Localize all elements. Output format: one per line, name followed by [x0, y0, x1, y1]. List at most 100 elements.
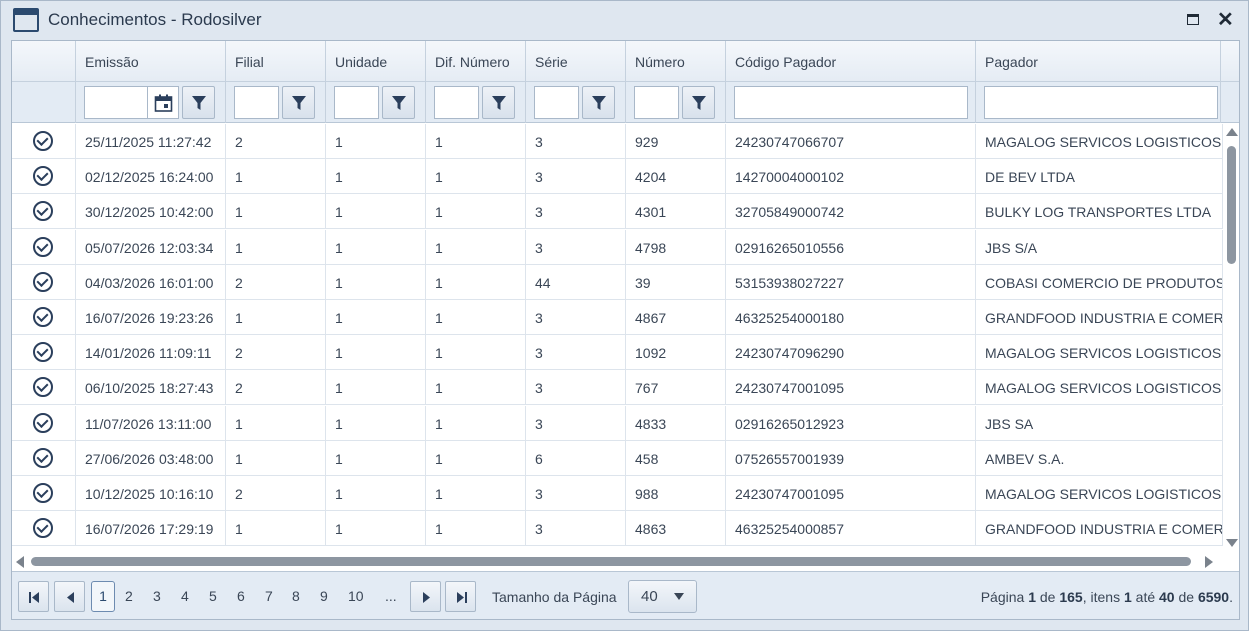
- table-row[interactable]: 25/11/2025 11:27:42 2 1 1 3 929 24230747066707…: [12, 124, 1223, 159]
- table-row[interactable]: 27/06/2026 03:48:00 1 1 1 6 458 07526557001939…: [12, 440, 1223, 476]
- filter-icon[interactable]: [182, 86, 215, 119]
- cell-emissao: 05/07/2026 12:03:34: [76, 229, 226, 265]
- check-circle-icon[interactable]: [33, 166, 53, 187]
- filter-pagador-input[interactable]: [984, 86, 1218, 119]
- horizontal-scrollbar[interactable]: [12, 553, 1223, 571]
- filter-emissao-cell: [76, 82, 226, 123]
- check-circle-icon[interactable]: [33, 483, 53, 503]
- check-circle-icon[interactable]: [33, 236, 53, 257]
- table-row[interactable]: 02/12/2025 16:24:00 1 1 1 3 4204 1427000400010…: [12, 159, 1223, 195]
- table-row[interactable]: 06/10/2025 18:27:43 2 1 1 3 767 24230747001095…: [12, 370, 1223, 406]
- table-row[interactable]: 14/01/2026 11:09:11 2 1 1 3 1092 2423074709629…: [12, 335, 1223, 371]
- check-circle-icon[interactable]: [33, 377, 53, 398]
- header-pagador[interactable]: Pagador: [976, 41, 1221, 82]
- last-page-icon: [457, 592, 467, 603]
- filter-numero-input[interactable]: [634, 86, 679, 119]
- check-circle-icon[interactable]: [33, 201, 53, 222]
- scroll-left-icon[interactable]: [16, 556, 24, 568]
- table-row[interactable]: 16/07/2026 17:29:19 1 1 1 3 4863 4632525400085…: [12, 511, 1223, 547]
- pager-info-ate: até: [1135, 589, 1156, 605]
- vertical-scroll-thumb[interactable]: [1227, 146, 1236, 264]
- page-number-2[interactable]: 2: [125, 588, 133, 604]
- prev-page-button[interactable]: [54, 581, 85, 612]
- page-number-6[interactable]: 6: [237, 588, 245, 604]
- page-size-select[interactable]: 40: [628, 580, 697, 613]
- cell-select: [12, 194, 76, 230]
- cell-serie: 3: [526, 300, 626, 335]
- filter-icon[interactable]: [282, 86, 315, 119]
- check-circle-icon[interactable]: [33, 412, 53, 433]
- page-number-10[interactable]: 10: [348, 588, 364, 604]
- header-emissao[interactable]: Emissão: [76, 41, 226, 82]
- filter-select-cell: [12, 82, 76, 123]
- cell-filial: 1: [226, 194, 326, 230]
- header-dif-numero[interactable]: Dif. Número: [426, 41, 526, 82]
- cell-dif-numero: 1: [426, 229, 526, 265]
- cell-pagador: AMBEV S.A.: [976, 440, 1223, 476]
- filter-dif-numero-input[interactable]: [434, 86, 479, 119]
- header-filial[interactable]: Filial: [226, 41, 326, 82]
- table-row[interactable]: 16/07/2026 19:23:26 1 1 1 3 4867 4632525400018…: [12, 300, 1223, 335]
- table-row[interactable]: 05/07/2026 12:03:34 1 1 1 3 4798 0291626501055…: [12, 229, 1223, 265]
- scroll-down-icon[interactable]: [1226, 539, 1238, 547]
- page-ellipsis[interactable]: ...: [385, 588, 397, 604]
- cell-dif-numero: 1: [426, 300, 526, 335]
- cell-emissao: 30/12/2025 10:42:00: [76, 194, 226, 230]
- filter-unidade-input[interactable]: [334, 86, 379, 119]
- scroll-up-icon[interactable]: [1226, 128, 1238, 136]
- check-circle-icon[interactable]: [33, 447, 53, 468]
- filter-icon[interactable]: [682, 86, 715, 119]
- filter-emissao-input[interactable]: [84, 86, 148, 119]
- header-codigo-pagador[interactable]: Código Pagador: [726, 41, 976, 82]
- filter-icon[interactable]: [482, 86, 515, 119]
- maximize-icon[interactable]: [1187, 14, 1199, 25]
- table-row[interactable]: 30/12/2025 10:42:00 1 1 1 3 4301 3270584900074…: [12, 194, 1223, 230]
- page-number-9[interactable]: 9: [320, 588, 328, 604]
- cell-select: [12, 440, 76, 476]
- page-number-4[interactable]: 4: [181, 588, 189, 604]
- page-number-3[interactable]: 3: [153, 588, 161, 604]
- page-number-8[interactable]: 8: [292, 588, 300, 604]
- table-row[interactable]: 04/03/2026 16:01:00 2 1 1 44 39 53153938027227…: [12, 264, 1223, 300]
- cell-select: [12, 264, 76, 300]
- page-number-7[interactable]: 7: [265, 588, 273, 604]
- check-circle-icon[interactable]: [33, 131, 53, 151]
- cell-pagador: MAGALOG SERVICOS LOGISTICOS: [976, 370, 1223, 406]
- calendar-icon[interactable]: [148, 86, 179, 119]
- filter-serie-input[interactable]: [534, 86, 579, 119]
- window-title: Conhecimentos - Rodosilver: [48, 10, 262, 29]
- next-page-button[interactable]: [410, 581, 441, 612]
- close-icon[interactable]: ✕: [1217, 9, 1234, 31]
- last-page-button[interactable]: [445, 581, 476, 612]
- cell-unidade: 1: [326, 159, 426, 195]
- check-circle-icon[interactable]: [33, 518, 53, 539]
- vertical-scrollbar[interactable]: [1223, 124, 1239, 553]
- table-row[interactable]: 10/12/2025 10:16:10 2 1 1 3 988 24230747001095…: [12, 476, 1223, 511]
- header-unidade[interactable]: Unidade: [326, 41, 426, 82]
- scroll-right-icon[interactable]: [1205, 556, 1213, 568]
- cell-numero: 458: [626, 440, 726, 476]
- cell-select: [12, 370, 76, 406]
- header-serie[interactable]: Série: [526, 41, 626, 82]
- cell-serie: 3: [526, 335, 626, 371]
- filter-icon[interactable]: [582, 86, 615, 119]
- cell-filial: 2: [226, 476, 326, 511]
- cell-dif-numero: 1: [426, 370, 526, 406]
- cell-filial: 2: [226, 124, 326, 159]
- page-number-1[interactable]: 1: [91, 581, 115, 612]
- filter-filial-input[interactable]: [234, 86, 279, 119]
- horizontal-scroll-thumb[interactable]: [31, 557, 1191, 566]
- table-row[interactable]: 11/07/2026 13:11:00 1 1 1 3 4833 0291626501292…: [12, 405, 1223, 441]
- cell-unidade: 1: [326, 264, 426, 300]
- page-number-5[interactable]: 5: [209, 588, 217, 604]
- check-circle-icon[interactable]: [33, 307, 53, 327]
- filter-icon[interactable]: [382, 86, 415, 119]
- header-numero[interactable]: Número: [626, 41, 726, 82]
- filter-codigo-pagador-input[interactable]: [734, 86, 968, 119]
- title-bar: Conhecimentos - Rodosilver ✕: [1, 1, 1248, 39]
- cell-serie: 6: [526, 440, 626, 476]
- check-circle-icon[interactable]: [33, 342, 53, 363]
- check-circle-icon[interactable]: [33, 271, 53, 292]
- cell-serie: 44: [526, 264, 626, 300]
- first-page-button[interactable]: [18, 581, 49, 612]
